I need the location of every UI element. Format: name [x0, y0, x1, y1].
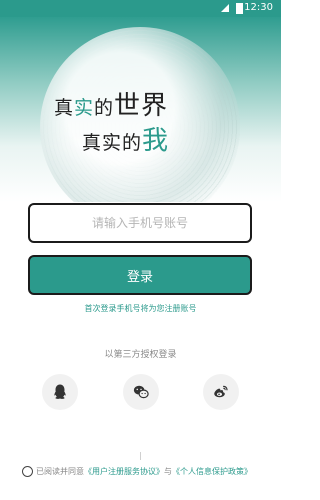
divider	[140, 452, 141, 460]
register-hint: 首次登录手机号将为您注册账号	[84, 304, 197, 313]
signal-icon	[221, 4, 229, 12]
login-button[interactable]: 登录	[28, 255, 252, 295]
wechat-login-button[interactable]	[123, 374, 159, 410]
phone-input[interactable]	[28, 203, 252, 243]
wechat-icon	[133, 385, 149, 399]
battery-icon	[236, 3, 243, 14]
weibo-icon	[214, 385, 228, 398]
privacy-policy-link[interactable]: 《个人信息保护政策》	[172, 466, 252, 477]
third-party-label: 以第三方授权登录	[104, 350, 177, 360]
user-agreement-link[interactable]: 《用户注册服务协议》	[84, 466, 164, 477]
qq-login-button[interactable]	[42, 374, 78, 410]
slogan-line-2: 真实的我	[82, 126, 170, 156]
qq-icon	[54, 384, 66, 399]
weibo-login-button[interactable]	[203, 374, 239, 410]
agreement-row: 已阅读并同意 《用户注册服务协议》 与 《个人信息保护政策》	[22, 466, 277, 477]
agree-radio[interactable]	[22, 466, 33, 477]
status-bar: 12:30	[0, 0, 281, 17]
slogan-line-1: 真实的世界	[54, 91, 169, 121]
status-time: 12:30	[244, 2, 273, 13]
hero-banner: 真实的世界 真实的我	[0, 17, 281, 202]
